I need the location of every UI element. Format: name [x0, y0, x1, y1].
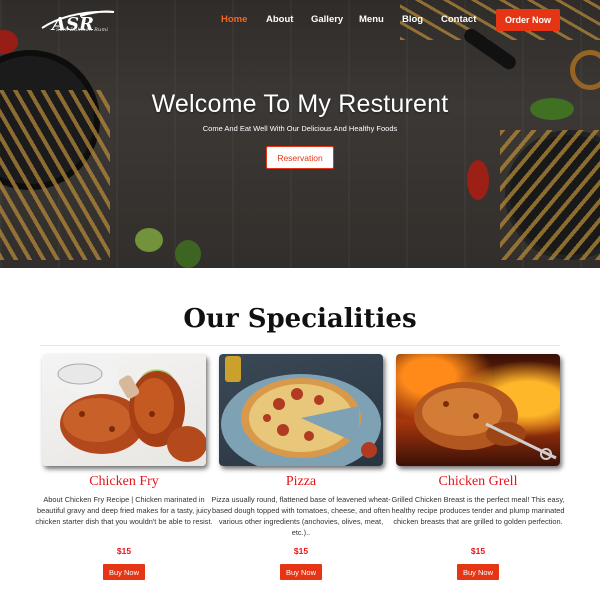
buy-now-button[interactable]: Buy Now — [103, 564, 145, 580]
card-title: Chicken Fry — [89, 474, 159, 489]
card-title: Pizza — [285, 474, 317, 489]
hero-subtitle: Come And Eat Well With Our Delicious And… — [202, 124, 398, 133]
hero-title: Welcome To My Resturent — [151, 90, 449, 118]
specialities-title: Our Specialities — [183, 304, 417, 334]
card-description: Pizza usually round, flattened base of l… — [211, 495, 391, 537]
order-now-button[interactable]: Order Now — [496, 9, 560, 31]
section-divider — [40, 345, 560, 346]
card-description: About Chicken Fry Recipe | Chicken marin… — [35, 495, 213, 526]
grilled-chicken-icon — [414, 382, 557, 460]
nav-about[interactable]: About — [266, 14, 293, 25]
logo-tagline: Suni Rahman Rumi — [56, 27, 109, 33]
nav-contact[interactable]: Contact — [441, 14, 476, 25]
hero-section: ASR Suni Rahman Rumi Home About Gallery … — [0, 0, 600, 268]
card-price: $15 — [293, 546, 309, 556]
pizza-image — [219, 354, 383, 466]
nav-blog[interactable]: Blog — [402, 14, 423, 25]
card-description: Grilled Chicken Breast is the perfect me… — [391, 495, 565, 526]
nav-gallery[interactable]: Gallery — [311, 14, 343, 25]
buy-now-button[interactable]: Buy Now — [280, 564, 322, 580]
buy-now-button[interactable]: Buy Now — [457, 564, 499, 580]
card-title: Chicken Grell — [438, 474, 518, 489]
nav-home[interactable]: Home — [221, 14, 247, 25]
hero-overlay — [0, 0, 600, 268]
card-price: $15 — [116, 546, 132, 556]
fried-chicken-image — [42, 354, 206, 466]
speciality-card: Pizza Pizza usually round, flattened bas… — [211, 354, 391, 580]
grilled-chicken-image — [396, 354, 560, 466]
card-price: $15 — [470, 546, 486, 556]
speciality-card: Chicken Grell Grilled Chicken Breast is … — [391, 354, 565, 580]
speciality-card: Chicken Fry About Chicken Fry Recipe | C… — [35, 354, 213, 580]
nav-menu[interactable]: Menu — [359, 14, 384, 25]
reservation-button[interactable]: Reservation — [266, 146, 334, 169]
fried-chicken-icon — [57, 363, 206, 462]
pizza-icon — [221, 356, 381, 466]
